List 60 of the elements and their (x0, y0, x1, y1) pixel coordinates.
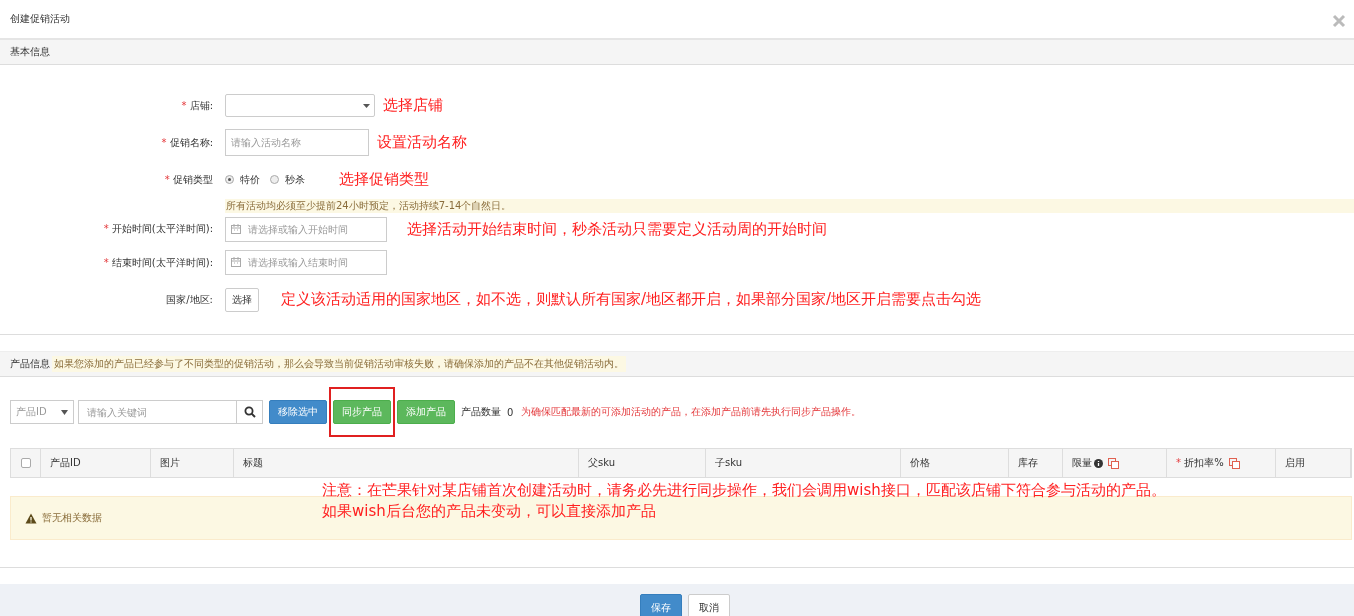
field-label: * 店铺: (181, 99, 213, 111)
dialog-title: 创建促销活动 (10, 12, 70, 26)
field-label: 国家/地区: (166, 293, 213, 305)
radio-button[interactable] (225, 175, 234, 184)
filter-select[interactable]: 产品ID (10, 400, 74, 424)
name-input[interactable]: 请输入活动名称 (225, 129, 369, 156)
radio-button[interactable] (270, 175, 279, 184)
annotation-text: 选择促销类型 (339, 170, 429, 189)
column-header: 父sku (588, 456, 616, 470)
count-label: 产品数量 (461, 405, 501, 419)
annotation-text: 注意：在芒果针对某店铺首次创建活动时，请务必先进行同步操作，我们会调用wish接口，匹配该店铺下符合参与活动的产品。 (322, 480, 1166, 501)
column-header: 子sku (715, 456, 743, 470)
calendar-icon (231, 223, 241, 234)
radio-label: 特价 (240, 172, 260, 187)
empty-message: 暂无相关数据 (42, 511, 102, 525)
copy-icon (1108, 457, 1119, 469)
radio-label: 秒杀 (285, 172, 305, 187)
column-header: 库存 (1018, 456, 1038, 470)
field-label: * 结束时间(太平洋时间): (103, 256, 213, 268)
field-label: * 促销名称: (161, 136, 213, 148)
column-header: 限量 (1072, 456, 1092, 470)
hint-text: 为确保匹配最新的可添加活动的产品，在添加产品前请先执行同步产品操作。 (521, 405, 862, 419)
close-icon[interactable] (1332, 14, 1346, 28)
annotation-text: 选择店铺 (383, 96, 443, 115)
column-header: 产品ID (50, 456, 81, 470)
copy-icon (1228, 457, 1240, 469)
footer-button[interactable]: 保存 (639, 594, 682, 616)
field-label: * 促销类型 (164, 173, 213, 185)
column-header: * 折扣率% (1176, 456, 1224, 470)
warning-icon (25, 512, 37, 524)
column-header: 启用 (1285, 456, 1305, 470)
calendar-icon (231, 257, 241, 267)
count-value: 0 (507, 406, 514, 418)
store-select[interactable] (225, 94, 375, 117)
toolbar-button[interactable]: 同步产品 (333, 400, 391, 424)
section-title: 基本信息 (10, 45, 50, 59)
column-header: 图片 (160, 456, 180, 470)
date-field[interactable]: 请选择或输入结束时间 (225, 250, 387, 275)
column-header: 价格 (910, 456, 930, 470)
search-icon (243, 406, 256, 418)
notice-text: 所有活动均必须至少提前24小时预定，活动持续7-14个自然日。 (225, 199, 1354, 213)
annotation-text: 如果wish后台您的产品未变动，可以直接添加产品 (322, 501, 657, 522)
annotation-text: 选择活动开始结束时间，秒杀活动只需要定义活动周的开始时间 (407, 219, 827, 239)
info-icon (1094, 458, 1103, 468)
caret-icon (363, 103, 370, 108)
date-field[interactable]: 请选择或输入开始时间 (225, 216, 387, 242)
toolbar-button[interactable]: 移除选中 (269, 400, 327, 424)
annotation-text: 定义该活动适用的国家地区，如不选，则默认所有国家/地区都开启，如果部分国家/地区开启需要点击勾选 (281, 290, 982, 309)
select-button[interactable]: 选择 (225, 287, 259, 312)
section-title: 产品信息 (10, 357, 50, 371)
search-button[interactable] (237, 400, 263, 424)
toolbar-button[interactable]: 添加产品 (397, 400, 455, 424)
search-field[interactable]: 请输入关键词 (78, 400, 237, 424)
footer-button[interactable]: 取消 (687, 594, 730, 616)
warning-text: 如果您添加的产品已经参与了不同类型的促销活动，那么会导致当前促销活动审核失败，请确保添加的产品不在其他促销活动内。 (52, 356, 626, 372)
annotation-text: 设置活动名称 (377, 133, 467, 152)
select-all-checkbox[interactable] (20, 458, 31, 468)
field-label: * 开始时间(太平洋时间): (103, 223, 213, 234)
column-header: 标题 (243, 456, 263, 470)
caret-icon (61, 409, 68, 415)
